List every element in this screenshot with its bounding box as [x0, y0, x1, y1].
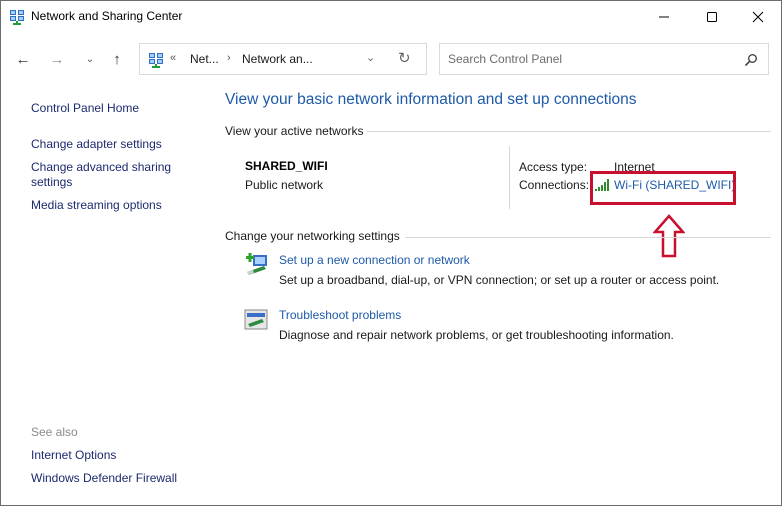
media-streaming-options-link[interactable]: Media streaming options	[31, 198, 162, 212]
active-networks-header: View your active networks	[225, 124, 364, 138]
network-location-icon	[149, 53, 163, 68]
chevron-down-icon: ⌄	[85, 53, 95, 65]
change-settings-header: Change your networking settings	[225, 229, 400, 243]
troubleshoot-icon	[244, 309, 268, 330]
up-button[interactable]: ↑	[106, 45, 128, 73]
title-bar[interactable]: Network and Sharing Center	[1, 1, 781, 33]
address-bar[interactable]: « Net... › Network an... ⌄ ↻	[139, 43, 427, 75]
recent-locations-button[interactable]: ⌄	[79, 45, 101, 73]
change-advanced-sharing-link-cont[interactable]: settings	[31, 175, 72, 189]
breadcrumb-separator[interactable]: ›	[227, 52, 231, 64]
refresh-button[interactable]: ↻	[398, 49, 411, 67]
network-app-icon	[10, 10, 24, 25]
setup-new-connection-link[interactable]: Set up a new connection or network	[279, 253, 470, 267]
active-networks-divider	[367, 131, 771, 132]
arrow-up-icon: ↑	[113, 50, 121, 68]
maximize-icon	[707, 12, 717, 22]
close-button[interactable]	[735, 1, 781, 33]
change-adapter-settings-link[interactable]: Change adapter settings	[31, 137, 162, 151]
arrow-left-icon: ←	[15, 50, 31, 68]
breadcrumb-network-internet[interactable]: Net...	[190, 52, 219, 66]
minimize-button[interactable]	[641, 1, 687, 33]
access-type-label: Access type:	[519, 160, 588, 174]
window-title: Network and Sharing Center	[31, 9, 183, 23]
close-icon	[752, 11, 764, 23]
change-settings-divider	[405, 237, 771, 238]
breadcrumb-overflow-button[interactable]: «	[170, 52, 176, 64]
internet-options-link[interactable]: Internet Options	[31, 448, 116, 462]
chevron-down-icon: ⌄	[366, 52, 376, 64]
minimize-icon	[659, 16, 669, 18]
network-category-link[interactable]: Public network	[245, 178, 323, 192]
refresh-icon: ↻	[398, 50, 411, 67]
back-button[interactable]: ←	[12, 45, 34, 73]
forward-button[interactable]: →	[46, 45, 68, 73]
address-dropdown-button[interactable]: ⌄	[366, 51, 375, 64]
new-connection-icon	[246, 253, 267, 275]
page-title: View your basic network information and …	[225, 91, 637, 108]
navigation-bar: ← → ⌄ ↑ « Net... › Network an... ⌄ ↻	[1, 41, 781, 77]
network-name: SHARED_WIFI	[245, 159, 328, 173]
maximize-button[interactable]	[689, 1, 735, 33]
breadcrumb-network-sharing-center[interactable]: Network an...	[242, 52, 313, 66]
annotation-up-arrow-icon	[653, 214, 685, 258]
search-icon[interactable]	[744, 53, 758, 67]
search-input[interactable]	[441, 45, 731, 73]
see-also-label: See also	[31, 425, 78, 439]
arrow-right-icon: →	[49, 50, 65, 68]
setup-new-connection-description: Set up a broadband, dial-up, or VPN conn…	[279, 273, 720, 287]
connections-label: Connections:	[519, 178, 590, 192]
search-box[interactable]	[439, 43, 769, 75]
windows-defender-firewall-link[interactable]: Windows Defender Firewall	[31, 471, 177, 485]
troubleshoot-problems-description: Diagnose and repair network problems, or…	[279, 328, 674, 342]
troubleshoot-problems-link[interactable]: Troubleshoot problems	[279, 308, 401, 322]
annotation-highlight-box	[590, 171, 736, 205]
network-sharing-center-window: Network and Sharing Center ← → ⌄ ↑ « Net…	[0, 0, 782, 506]
change-advanced-sharing-link[interactable]: Change advanced sharing	[31, 160, 171, 174]
network-vertical-divider	[509, 146, 510, 209]
control-panel-home-link[interactable]: Control Panel Home	[31, 101, 139, 115]
